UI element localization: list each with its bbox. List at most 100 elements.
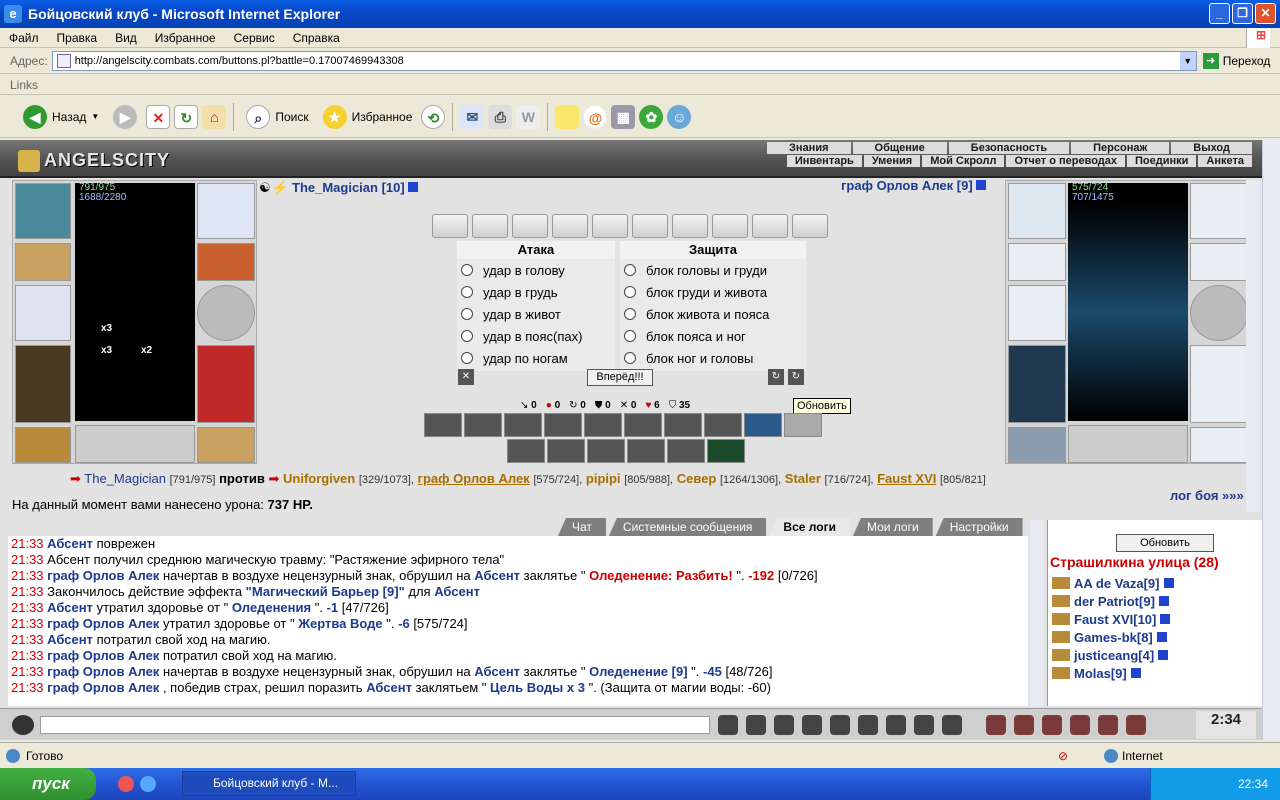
attack-belt-option[interactable]: удар в пояс(пах) <box>457 325 615 347</box>
info-icon[interactable] <box>1158 596 1169 606</box>
boots-slot[interactable] <box>1190 427 1248 463</box>
tab-system[interactable]: Системные сообщения <box>608 518 767 536</box>
menu-tools[interactable]: Сервис <box>225 31 284 45</box>
participant-name[interactable]: pipipi <box>586 471 621 486</box>
chat-nick[interactable]: Абсент <box>474 568 520 583</box>
favorites-button[interactable]: ★ Избранное <box>318 101 418 133</box>
cancel-shield-icon[interactable]: ✕ <box>458 369 474 385</box>
refresh-icon[interactable]: ↻ <box>768 369 784 385</box>
taskbar-task[interactable]: Бойцовский клуб - М... <box>182 771 356 796</box>
participant-name[interactable]: граф Орлов Алек <box>418 471 530 486</box>
menu-help[interactable]: Справка <box>284 31 349 45</box>
backpack-icon[interactable] <box>1042 714 1062 735</box>
pants-slot[interactable] <box>1190 345 1248 423</box>
private-message-icon[interactable] <box>1052 613 1070 625</box>
weapon-slot[interactable] <box>15 285 71 341</box>
chat-input[interactable] <box>40 715 710 734</box>
bracer-slot[interactable] <box>15 243 71 281</box>
user-name[interactable]: Games-bk[8] <box>1074 630 1153 645</box>
icq-flower-icon[interactable]: ✿ <box>639 104 664 129</box>
radio-button[interactable] <box>624 264 636 276</box>
radio-button[interactable] <box>624 330 636 342</box>
radio-button[interactable] <box>461 352 473 364</box>
user-name[interactable]: justiceang[4] <box>1074 648 1154 663</box>
amulet-slot[interactable] <box>197 183 255 239</box>
user-row[interactable]: der Patriot[9] <box>1052 592 1174 610</box>
chevron-down-icon[interactable]: ▼ <box>91 112 99 121</box>
menu-edit[interactable]: Правка <box>48 31 107 45</box>
empty-slots[interactable] <box>1068 425 1188 463</box>
boots-slot[interactable] <box>197 427 255 463</box>
page-scrollbar[interactable] <box>1262 140 1280 740</box>
chat-bubble-icon[interactable] <box>1098 714 1118 735</box>
bracer-slot[interactable] <box>1008 243 1066 281</box>
pants-slot[interactable] <box>197 345 255 423</box>
scroll-slot[interactable] <box>552 214 588 238</box>
home-icon[interactable]: ⌂ <box>202 104 227 129</box>
chat-nick[interactable]: граф Орлов Алек <box>47 664 159 679</box>
block-head-chest-option[interactable]: блок головы и груди <box>620 259 806 281</box>
scroll-slot[interactable] <box>592 214 628 238</box>
spell-slot[interactable] <box>424 413 462 437</box>
info-icon[interactable] <box>1158 650 1169 660</box>
nav-fights[interactable]: Поединки <box>1127 155 1197 167</box>
participant-name[interactable]: Faust XVI <box>877 471 936 486</box>
sound-icon[interactable] <box>886 714 906 735</box>
user-name[interactable]: AA de Vaza[9] <box>1074 576 1160 591</box>
attack-chest-option[interactable]: удар в грудь <box>457 281 615 303</box>
tab-all-logs[interactable]: Все логи <box>769 518 850 536</box>
spell-slot[interactable] <box>624 413 662 437</box>
nav-security[interactable]: Безопасность <box>948 142 1070 154</box>
user-row[interactable]: justiceang[4] <box>1052 646 1174 664</box>
info-icon[interactable] <box>986 714 1006 735</box>
belt-slot[interactable] <box>1008 427 1066 463</box>
belt-slot[interactable] <box>15 427 71 463</box>
eraser-icon[interactable] <box>746 714 766 735</box>
participant-name[interactable]: Uniforgiven <box>283 471 355 486</box>
history-icon[interactable]: ⟲ <box>421 104 446 129</box>
nav-skills[interactable]: Умения <box>863 155 921 167</box>
scroll-slot[interactable] <box>752 214 788 238</box>
enemy-name[interactable]: граф Орлов Алек [9] <box>841 178 987 193</box>
block-belt-legs-option[interactable]: блок пояса и ног <box>620 325 806 347</box>
armor-slot[interactable] <box>15 345 71 423</box>
chat-nick[interactable]: Абсент <box>47 632 93 647</box>
edit-icon[interactable]: W <box>516 104 541 129</box>
helmet-slot[interactable] <box>1008 183 1066 239</box>
radio-button[interactable] <box>624 286 636 298</box>
attack-legs-option[interactable]: удар по ногам <box>457 347 615 369</box>
maximize-button[interactable]: ❐ <box>1232 3 1253 24</box>
chat-nick[interactable]: граф Орлов Алек <box>47 680 159 695</box>
attack-head-option[interactable]: удар в голову <box>457 259 615 281</box>
spell-slot[interactable] <box>507 439 545 463</box>
refresh-icon[interactable]: ↻ <box>174 104 199 129</box>
user-name[interactable]: Faust XVI[10] <box>1074 612 1156 627</box>
spell-slot[interactable] <box>664 413 702 437</box>
chat-nick[interactable]: Абсент <box>366 680 412 695</box>
participant-name[interactable]: Север <box>677 471 717 486</box>
user-row[interactable]: Molas[9] <box>1052 664 1174 682</box>
info-icon[interactable] <box>1160 614 1171 624</box>
search-button[interactable]: ⌕ Поиск <box>241 101 313 133</box>
chat-nick[interactable]: Абсент <box>47 600 93 615</box>
scroll-slot[interactable] <box>472 214 508 238</box>
scroll-slot[interactable] <box>792 214 828 238</box>
minimize-button[interactable]: _ <box>1209 3 1230 24</box>
chat-nick[interactable]: Абсент <box>434 584 480 599</box>
weapon-slot[interactable] <box>1008 285 1066 341</box>
smiley-icon[interactable] <box>914 714 934 735</box>
private-message-icon[interactable] <box>1052 595 1070 607</box>
nav-exit[interactable]: Выход <box>1171 142 1252 154</box>
mail-icon[interactable]: ✉ <box>460 104 485 129</box>
inventory-icon[interactable] <box>1070 714 1090 735</box>
tab-settings[interactable]: Настройки <box>935 518 1023 536</box>
fighter-icon[interactable] <box>830 714 850 735</box>
spell-slot[interactable] <box>464 413 502 437</box>
radio-button[interactable] <box>461 264 473 276</box>
spell-slot[interactable] <box>627 439 665 463</box>
at-sign-icon[interactable]: @ <box>583 104 608 129</box>
info-icon[interactable] <box>1163 578 1174 588</box>
radio-button[interactable] <box>624 352 636 364</box>
block-stomach-belt-option[interactable]: блок живота и пояса <box>620 303 806 325</box>
refresh-icon[interactable]: ↻ <box>788 369 804 385</box>
